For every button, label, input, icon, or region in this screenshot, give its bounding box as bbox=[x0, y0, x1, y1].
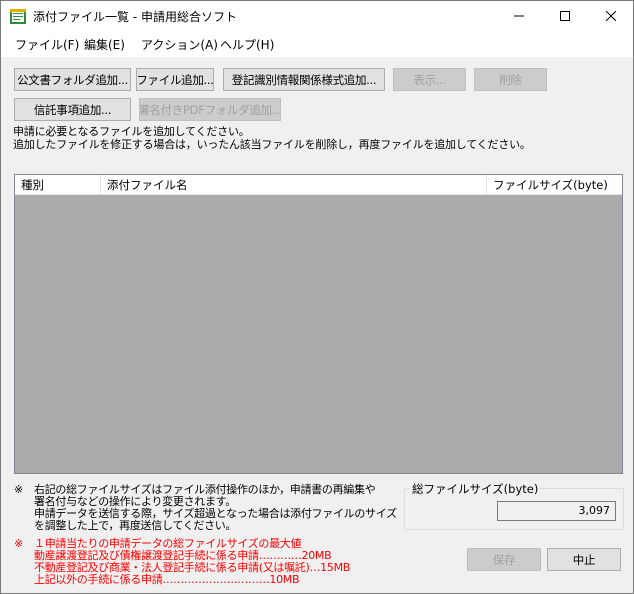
add-registry-format-button[interactable]: 登記識別情報関係様式追加... bbox=[223, 68, 385, 91]
attachment-list-window: 添付ファイル一覧 - 申請用総合ソフト ファイル(F) 編集(E) アクション(… bbox=[0, 0, 634, 594]
menu-bar: ファイル(F) 編集(E) アクション(A) ヘルプ(H) bbox=[1, 31, 633, 57]
note-2-mark: ※ bbox=[14, 537, 23, 550]
maximize-icon bbox=[560, 11, 570, 21]
window-title: 添付ファイル一覧 - 申請用総合ソフト bbox=[33, 10, 237, 24]
add-file-button[interactable]: ファイル追加... bbox=[136, 68, 214, 91]
note-2-line: 上記以外の手続に係る申請…………………………10MB bbox=[34, 573, 300, 586]
attachment-list[interactable]: 種別 添付ファイル名 ファイルサイズ(byte) bbox=[14, 174, 623, 474]
add-trust-button[interactable]: 信託事項追加... bbox=[14, 98, 131, 121]
menu-file[interactable]: ファイル(F) bbox=[15, 36, 79, 53]
menu-edit[interactable]: 編集(E) bbox=[84, 36, 125, 53]
note-1-line: 署名付与などの操作により変更されます。 bbox=[34, 495, 236, 508]
title-bar[interactable]: 添付ファイル一覧 - 申請用総合ソフト bbox=[1, 1, 633, 31]
column-header-filesize[interactable]: ファイルサイズ(byte) bbox=[487, 175, 622, 195]
minimize-button[interactable] bbox=[496, 1, 542, 31]
save-button[interactable]: 保存 bbox=[467, 548, 541, 571]
menu-action[interactable]: アクション(A) bbox=[141, 36, 218, 53]
total-size-label: 総ファイルサイズ(byte) bbox=[410, 481, 541, 497]
note-1-line: 右記の総ファイルサイズはファイル添付操作のほか，申請書の再編集や bbox=[34, 483, 376, 496]
instruction-line-2: 追加したファイルを修正する場合は，いったん該当ファイルを削除し，再度ファイルを追… bbox=[13, 138, 531, 151]
column-header-type[interactable]: 種別 bbox=[15, 175, 101, 195]
note-2-line: 不動産登記及び商業・法人登記手続に係る申請(又は嘱託)…15MB bbox=[34, 561, 351, 574]
cancel-button[interactable]: 中止 bbox=[547, 548, 621, 571]
note-1-mark: ※ bbox=[14, 483, 23, 496]
menu-help[interactable]: ヘルプ(H) bbox=[220, 36, 274, 53]
delete-button[interactable]: 削除 bbox=[474, 68, 547, 91]
close-icon bbox=[606, 11, 616, 21]
note-1-line: 申請データを送信する際，サイズ超過となった場合は添付ファイルのサイズ bbox=[34, 507, 397, 520]
close-button[interactable] bbox=[588, 1, 633, 31]
add-signed-pdf-folder-button[interactable]: 署名付きPDFフォルダ追加... bbox=[139, 98, 281, 121]
display-button[interactable]: 表示... bbox=[393, 68, 466, 91]
note-2-line: 動産譲渡登記及び債権譲渡登記手続に係る申請…………20MB bbox=[34, 549, 332, 562]
column-header-filename[interactable]: 添付ファイル名 bbox=[101, 175, 487, 195]
note-1-line: を調整した上で，再度送信してください。 bbox=[34, 519, 237, 532]
list-header: 種別 添付ファイル名 ファイルサイズ(byte) bbox=[15, 175, 622, 195]
add-public-folder-button[interactable]: 公文書フォルダ追加... bbox=[14, 68, 131, 91]
minimize-icon bbox=[514, 15, 524, 17]
maximize-button[interactable] bbox=[542, 1, 588, 31]
app-icon bbox=[10, 9, 26, 24]
note-2-line: １申請当たりの申請データの総ファイルサイズの最大値 bbox=[34, 537, 302, 550]
total-size-field: 3,097 bbox=[497, 501, 616, 521]
